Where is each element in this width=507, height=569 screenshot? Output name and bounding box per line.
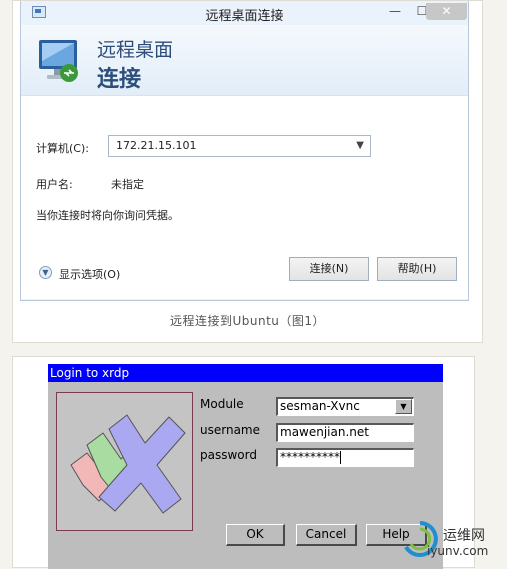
chevron-down-icon[interactable]: ▼ — [395, 399, 412, 414]
rdp-body: 远程桌面 连接 计算机(C): 172.21.15.101 ▼ 用户名: 未指定… — [21, 25, 468, 299]
password-label: password — [200, 448, 257, 462]
username-value: 未指定 — [111, 178, 144, 191]
watermark-line1: 运维网 — [443, 528, 485, 544]
module-select[interactable]: sesman-Xvnc ▼ — [276, 397, 414, 416]
close-button[interactable]: ✕ — [426, 3, 467, 20]
help-button[interactable]: 帮助(H) — [377, 257, 457, 281]
password-input[interactable]: ********** — [276, 448, 414, 467]
username-label: 用户名: — [36, 178, 73, 191]
username-label-xrdp: username — [200, 423, 260, 437]
password-masked-value: ********** — [280, 450, 340, 464]
cancel-button[interactable]: Cancel — [296, 524, 357, 546]
rdp-window: 远程桌面连接 — ☐ ✕ 远程桌面 连接 计算机(C): 172.21.15.1… — [20, 1, 469, 301]
username-input[interactable]: mawenjian.net — [276, 423, 414, 442]
module-value: sesman-Xvnc — [280, 399, 360, 413]
xrdp-title: Login to xrdp — [48, 364, 443, 382]
remote-desktop-icon — [39, 40, 78, 82]
rdp-titlebar: 远程桌面连接 — ☐ ✕ — [21, 1, 468, 25]
expand-options-icon[interactable]: ▼ — [39, 266, 52, 279]
xrdp-login-window: Login to xrdp Module sesman-Xvnc ▼ usern… — [48, 364, 443, 569]
computer-label: 计算机(C): — [36, 142, 89, 155]
show-options-link[interactable]: 显示选项(O) — [59, 266, 120, 282]
xrdp-logo-icon — [70, 414, 186, 514]
minimize-button[interactable]: — — [381, 3, 409, 20]
ok-button[interactable]: OK — [226, 524, 285, 546]
text-caret — [340, 451, 341, 464]
rdp-banner: 远程桌面 连接 — [21, 25, 468, 96]
module-label: Module — [200, 397, 244, 411]
xrdp-logo-frame — [56, 392, 193, 531]
chevron-down-icon[interactable]: ▼ — [356, 136, 364, 156]
figure-caption: 远程连接到Ubuntu（图1） — [169, 314, 326, 328]
computer-value: 172.21.15.101 — [116, 139, 197, 152]
banner-title-line1: 远程桌面 — [97, 39, 174, 61]
credentials-info-text: 当你连接时将向你询问凭据。 — [36, 209, 179, 222]
computer-select[interactable]: 172.21.15.101 ▼ — [108, 135, 371, 157]
watermark-line2: iyunv.com — [427, 544, 489, 558]
screenshot-card-rdp: 远程桌面连接 — ☐ ✕ 远程桌面 连接 计算机(C): 172.21.15.1… — [12, 0, 483, 343]
banner-title-line2: 连接 — [97, 67, 142, 92]
connect-button[interactable]: 连接(N) — [289, 257, 369, 281]
